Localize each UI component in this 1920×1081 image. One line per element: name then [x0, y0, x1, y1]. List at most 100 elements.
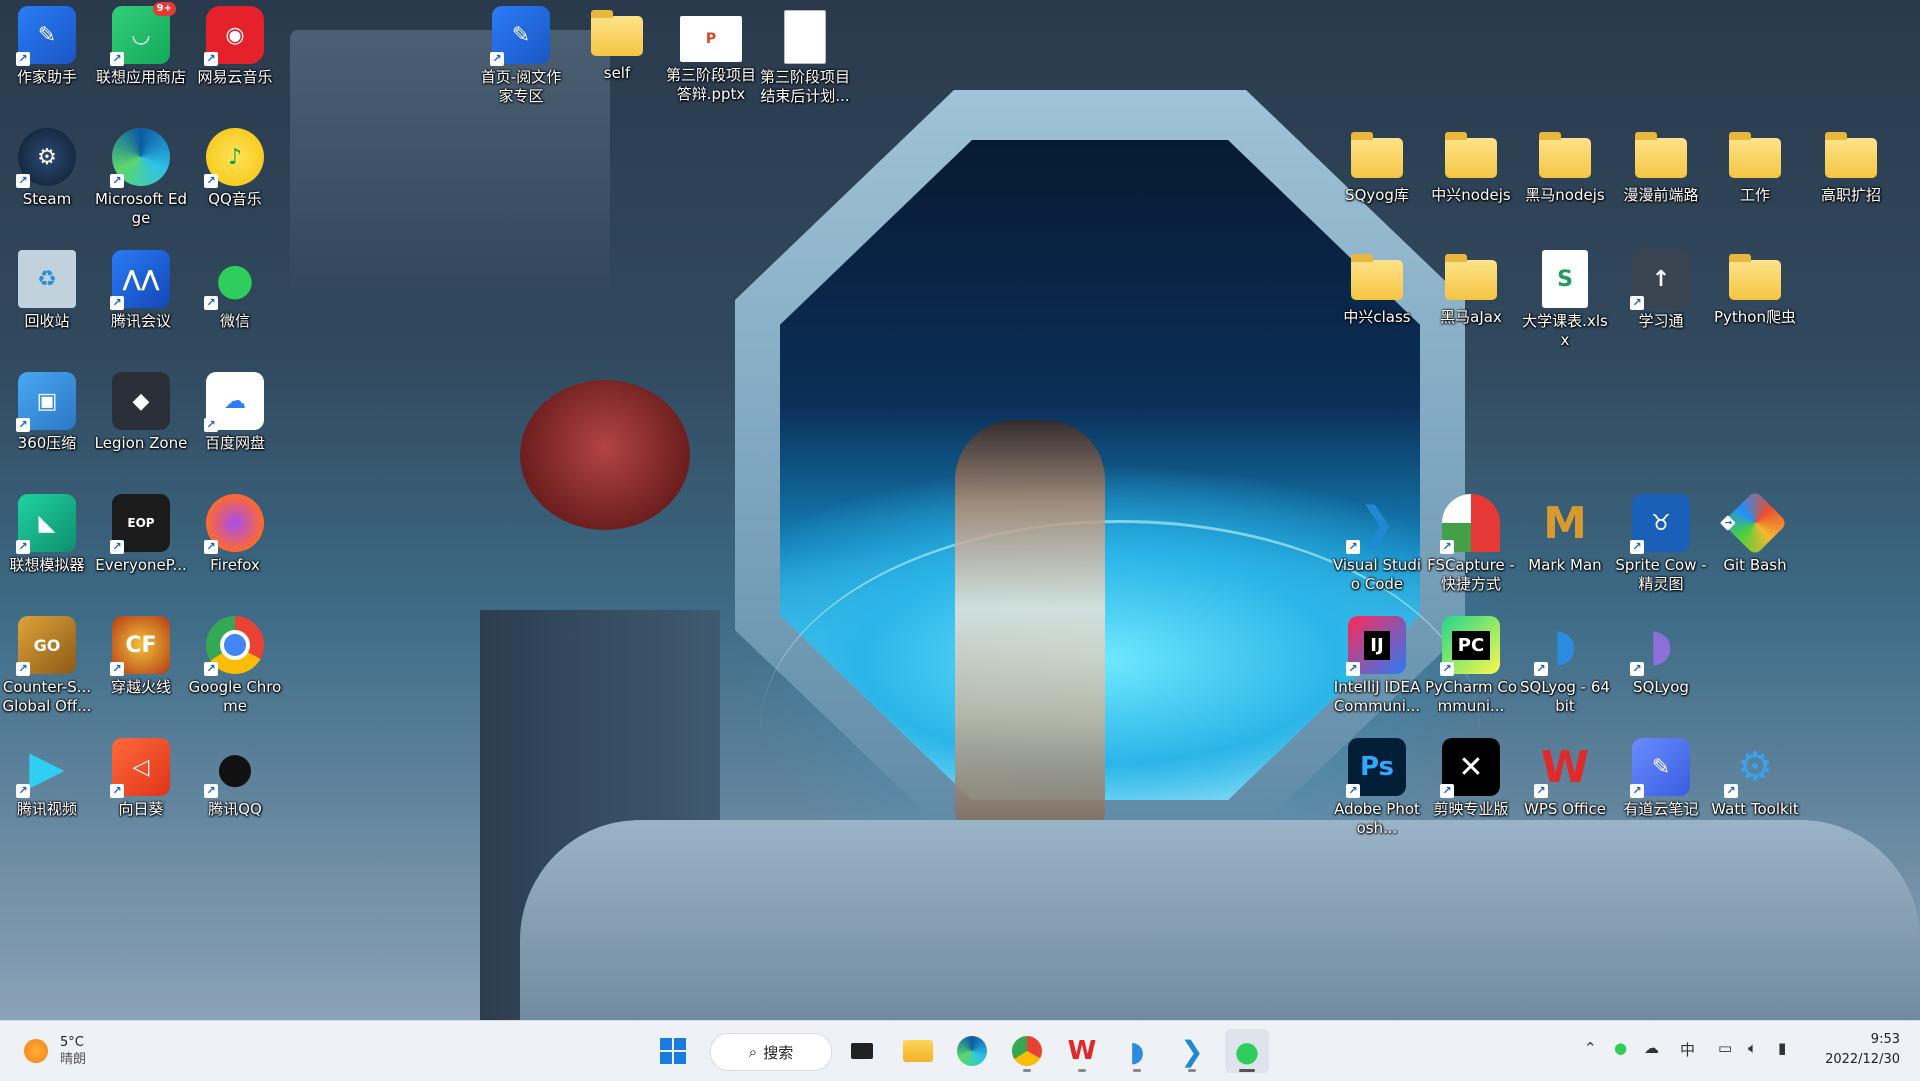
desktop-icon-wechat[interactable]: ● ↗ 微信: [188, 250, 282, 331]
desktop-icon-edge[interactable]: ↗ Microsoft Edge: [94, 128, 188, 228]
csgo-icon: GO ↗: [16, 616, 76, 676]
start-button[interactable]: [651, 1029, 695, 1073]
taskbar-wechat[interactable]: ●: [1225, 1029, 1269, 1073]
desktop-icon-csgo[interactable]: GO ↗ Counter-S... Global Off...: [0, 616, 94, 716]
taskbar-file-explorer[interactable]: [896, 1029, 940, 1073]
clock-time: 9:53: [1870, 1032, 1900, 1047]
icon-label: SQyog库: [1345, 186, 1409, 204]
desktop-icon-qq[interactable]: ● ↗ 腾讯QQ: [188, 738, 282, 819]
taskbar: 5°C 晴朗 ⌕ 搜索 W ◗ ❯ ● ⌃ ● ☁ 中 ▭ 🔈︎ ▮ 9:53 …: [0, 1020, 1920, 1081]
desktop-icon-baidu-netdisk[interactable]: ☁ ↗ 百度网盘: [188, 372, 282, 453]
desktop-icon-self-folder[interactable]: self: [570, 6, 664, 83]
fscapture-icon: ↗: [1440, 494, 1500, 554]
desktop-icon-markman[interactable]: M Mark Man: [1518, 494, 1612, 575]
desktop-icon-sunflower[interactable]: ◁ ↗ 向日葵: [94, 738, 188, 819]
icon-label: Firefox: [210, 556, 260, 574]
icon-label: 首页-阅文作家专区: [480, 68, 562, 105]
desktop-icon-legion-zone[interactable]: ◆ Legion Zone: [94, 372, 188, 453]
desktop-icon-zx-class-folder[interactable]: 中兴class: [1330, 250, 1424, 327]
desktop-icon-zx-nodejs-folder[interactable]: 中兴nodejs: [1424, 128, 1518, 205]
desktop-icon-plan-doc[interactable]: 第三阶段项目结束后计划...: [758, 6, 852, 106]
desktop-icon-360zip[interactable]: ▣ ↗ 360压缩: [0, 372, 94, 453]
desktop-icon-everyonepiano[interactable]: EOP ↗ EveryoneP...: [94, 494, 188, 575]
firefox-icon: ↗: [204, 494, 264, 554]
markman-icon: M: [1543, 497, 1587, 549]
desktop-icon-youdao[interactable]: ✎ ↗ 有道云笔记: [1614, 738, 1708, 819]
folder-icon: [591, 10, 643, 56]
desktop-icon-capcut[interactable]: ✕ ↗ 剪映专业版: [1424, 738, 1518, 819]
desktop-icon-lenovo-emulator[interactable]: ◣ ↗ 联想模拟器: [0, 494, 94, 575]
wechat-icon: ● ↗: [204, 250, 264, 310]
tray-battery[interactable]: ▮: [1778, 1039, 1786, 1057]
taskbar-vscode[interactable]: ❯: [1170, 1029, 1214, 1073]
tray-onedrive[interactable]: ☁: [1644, 1039, 1659, 1057]
search-icon: ⌕: [748, 1043, 758, 1061]
desktop-icon-spritecow[interactable]: ♉ ↗ Sprite Cow - 精灵图: [1614, 494, 1708, 594]
desktop-icon-hm-nodejs-folder[interactable]: 黑马nodejs: [1518, 128, 1612, 205]
desktop-icon-qqmusic[interactable]: ♪ ↗ QQ音乐: [188, 128, 282, 209]
desktop-icon-tencent-video[interactable]: ▶ ↗ 腾讯视频: [0, 738, 94, 819]
folder-icon: [1729, 132, 1781, 178]
desktop-icon-sqlyog[interactable]: ◗ ↗ SQLyog: [1614, 616, 1708, 697]
wallpaper-tree: [520, 380, 690, 530]
desktop-icon-firefox[interactable]: ↗ Firefox: [188, 494, 282, 575]
desktop-icon-salary-folder[interactable]: 高职扩招: [1804, 128, 1898, 205]
taskbar-search[interactable]: ⌕ 搜索: [710, 1033, 832, 1071]
desktop-icon-hm-ajax-folder[interactable]: 黑马aJax: [1424, 250, 1518, 327]
git-bash-icon: ↗: [1719, 490, 1788, 556]
chrome-icon: [1012, 1036, 1042, 1066]
desktop-icon-work-folder[interactable]: 工作: [1708, 128, 1802, 205]
desktop-icon-crossfire[interactable]: CF ↗ 穿越火线: [94, 616, 188, 697]
desktop-icon-vscode[interactable]: ❯ ↗ Visual Studio Code: [1330, 494, 1424, 594]
desktop-icon-steam[interactable]: ⚙ ↗ Steam: [0, 128, 94, 209]
taskbar-wps[interactable]: W: [1060, 1029, 1104, 1073]
desktop-icon-sqyog-folder[interactable]: SQyog库: [1330, 128, 1424, 205]
icon-label: EveryoneP...: [95, 556, 187, 574]
desktop-icon-intellij[interactable]: IJ ↗ IntelliJ IDEA Communi...: [1330, 616, 1424, 716]
icon-label: SQLyog: [1633, 678, 1689, 696]
desktop-icon-netease-music[interactable]: ◉ ↗ 网易云音乐: [188, 6, 282, 87]
clock[interactable]: 9:53 2022/12/30: [1825, 1030, 1900, 1070]
folder-icon: [1351, 132, 1403, 178]
desktop-icon-recycle-bin[interactable]: ♻ 回收站: [0, 250, 94, 331]
desktop-icon-yuewen[interactable]: ✎ ↗ 首页-阅文作家专区: [474, 6, 568, 106]
desktop-icon-frontend-folder[interactable]: 漫漫前端路: [1614, 128, 1708, 205]
icon-label: 大学课表.xlsx: [1522, 312, 1608, 349]
tray-network[interactable]: ▭: [1718, 1039, 1732, 1057]
store-bag-icon: ◡ ↗ 9+: [110, 2, 176, 66]
desktop-icon-pptx[interactable]: P 第三阶段项目答辩.pptx: [664, 6, 758, 104]
icon-label: Visual Studio Code: [1332, 556, 1422, 593]
show-hidden-icons-button[interactable]: ⌃: [1584, 1039, 1597, 1057]
desktop-icon-photoshop[interactable]: Ps ↗ Adobe Photosh...: [1330, 738, 1424, 838]
desktop-icon-schedule-xlsx[interactable]: S 大学课表.xlsx: [1518, 250, 1612, 350]
desktop-icon-chrome[interactable]: ↗ Google Chrome: [188, 616, 282, 716]
icon-label: self: [603, 64, 631, 82]
desktop-icon-xuexitong[interactable]: ↑ ↗ 学习通: [1614, 250, 1708, 331]
desktop-icon-pycharm[interactable]: PC ↗ PyCharm Communi...: [1424, 616, 1518, 716]
icon-label: FSCapture - 快捷方式: [1427, 556, 1515, 593]
desktop-icon-lenovo-store[interactable]: ◡ ↗ 9+ 联想应用商店: [94, 2, 188, 87]
desktop-icon-python-folder[interactable]: Python爬虫: [1708, 250, 1802, 327]
task-view-button[interactable]: [840, 1029, 884, 1073]
tencent-video-icon: ▶ ↗: [16, 738, 76, 798]
weather-widget[interactable]: 5°C 晴朗: [24, 1031, 86, 1071]
icon-label: 联想模拟器: [9, 556, 85, 574]
desktop-icon-sqlyog64[interactable]: ◗ ↗ SQLyog - 64 bit: [1518, 616, 1612, 716]
desktop-icon-gitbash[interactable]: ↗ Git Bash: [1708, 490, 1802, 575]
tray-ime[interactable]: 中: [1680, 1039, 1695, 1060]
taskbar-sqlyog[interactable]: ◗: [1115, 1029, 1159, 1073]
icon-label: WPS Office: [1524, 800, 1606, 818]
taskbar-chrome[interactable]: [1005, 1029, 1049, 1073]
pptx-file-icon: P: [680, 16, 742, 62]
tray-wechat[interactable]: ●: [1614, 1039, 1627, 1057]
folder-icon: [1445, 254, 1497, 300]
icon-label: 中兴class: [1343, 308, 1411, 326]
desktop-icon-wps[interactable]: W ↗ WPS Office: [1518, 738, 1612, 819]
desktop-icon-watt-toolkit[interactable]: ⚙ ↗ Watt Toolkit: [1708, 738, 1802, 819]
tray-volume[interactable]: 🔈︎: [1748, 1039, 1757, 1057]
qq-penguin-icon: ● ↗: [204, 738, 264, 798]
desktop-icon-zuojia[interactable]: ✎ ↗ 作家助手: [0, 6, 94, 87]
taskbar-edge[interactable]: [950, 1029, 994, 1073]
desktop-icon-fscapture[interactable]: ↗ FSCapture - 快捷方式: [1424, 494, 1518, 594]
desktop-icon-tencent-meeting[interactable]: ⋀⋀ ↗ 腾讯会议: [94, 250, 188, 331]
